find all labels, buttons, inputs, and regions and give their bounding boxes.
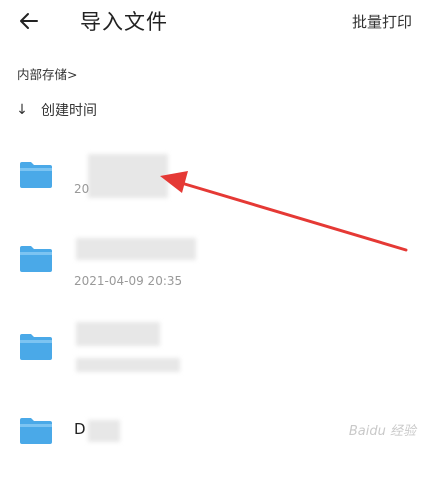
watermark: Baidu 经验 [348,424,416,439]
annotation-arrow [160,171,408,252]
